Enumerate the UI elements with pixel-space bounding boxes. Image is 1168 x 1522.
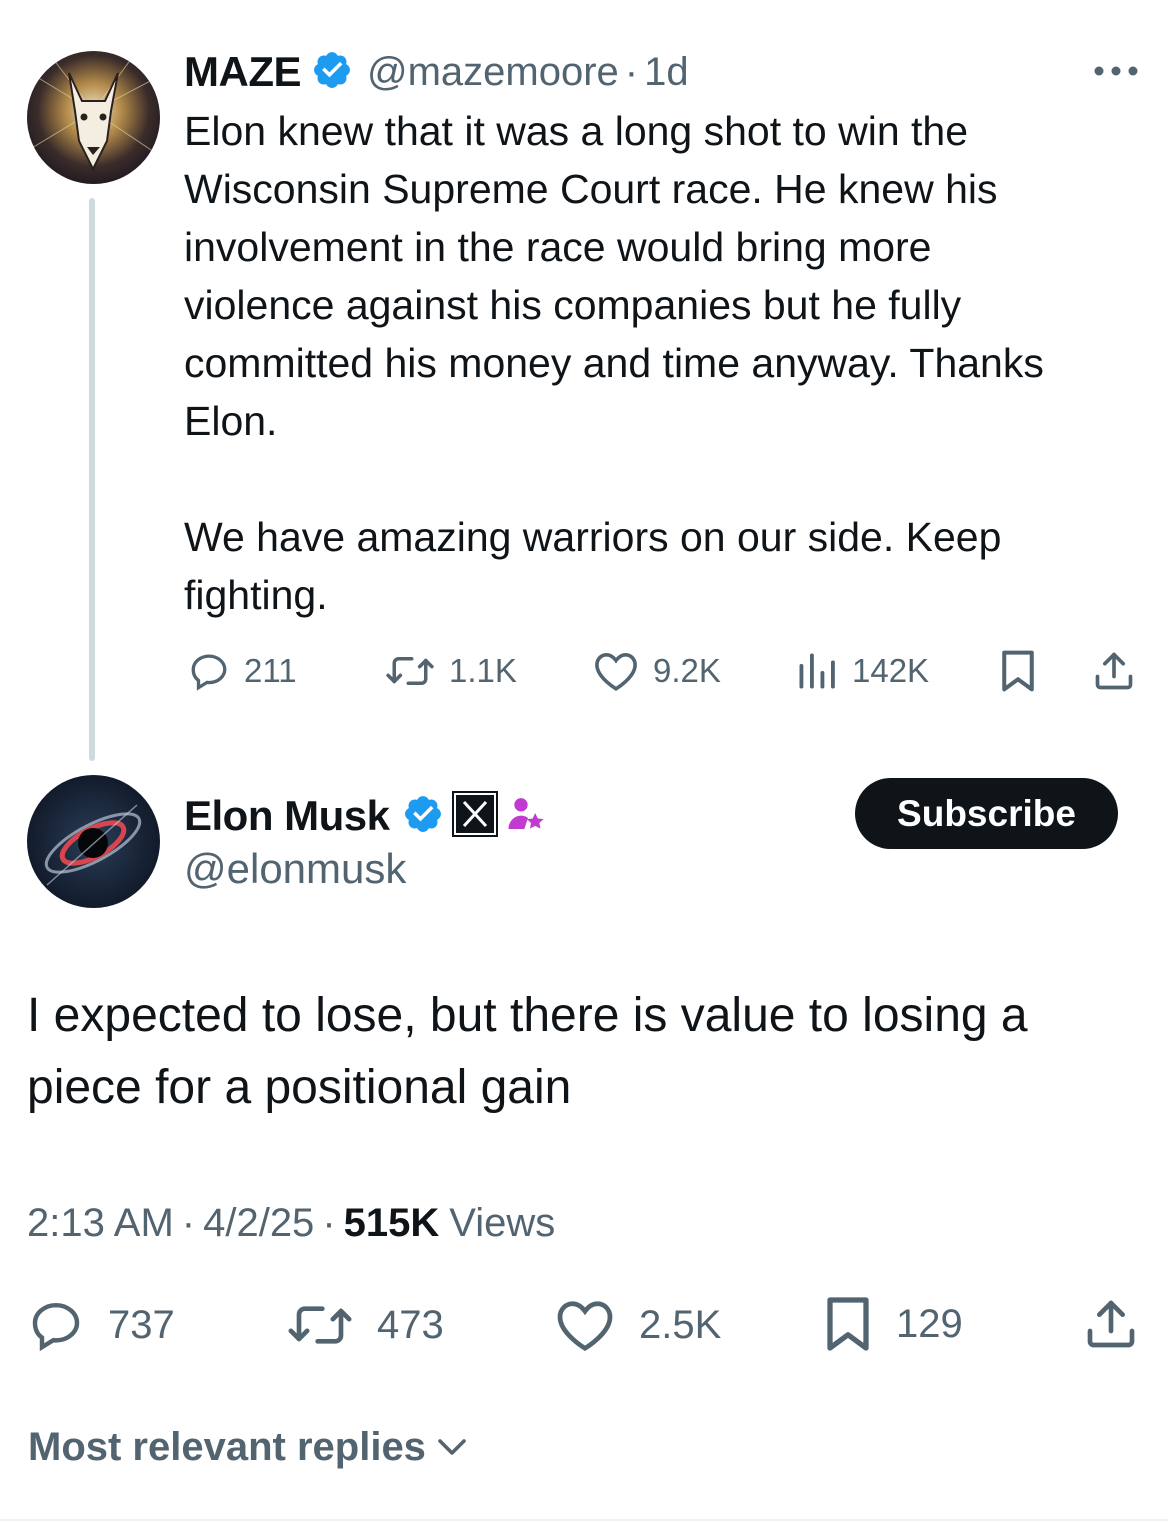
author-name[interactable]: MAZE xyxy=(184,48,302,96)
replies-sort-dropdown[interactable]: Most relevant replies xyxy=(28,1420,470,1474)
author-name[interactable]: Elon Musk xyxy=(184,792,390,840)
repost-count: 473 xyxy=(377,1302,444,1347)
verified-badge-icon xyxy=(311,49,353,96)
reply-count: 737 xyxy=(108,1302,175,1347)
views-count: 515K xyxy=(343,1200,440,1245)
reply-count: 211 xyxy=(244,652,297,689)
repost-button[interactable]: 473 xyxy=(287,1297,444,1353)
tweet-date[interactable]: 4/2/25 xyxy=(203,1201,314,1246)
views-label: Views xyxy=(449,1200,556,1245)
like-button[interactable]: 2.5K xyxy=(555,1297,721,1353)
like-button[interactable]: 9.2K xyxy=(593,649,721,693)
heart-icon xyxy=(595,652,637,691)
maze-header: MAZE @mazemoore · 1d xyxy=(184,44,689,100)
like-count: 2.5K xyxy=(639,1302,722,1347)
elon-avatar[interactable] xyxy=(27,775,160,908)
x-affiliation-icon[interactable] xyxy=(451,790,498,842)
reply-button[interactable]: 737 xyxy=(28,1297,175,1353)
ellipsis-icon[interactable] xyxy=(1093,64,1139,82)
tweet-metadata: 2:13 AM · 4/2/25 · 515K Views xyxy=(27,1199,555,1247)
bookmark-icon xyxy=(827,1297,869,1351)
like-count: 9.2K xyxy=(653,652,721,689)
bottom-divider xyxy=(0,1519,1168,1521)
repost-icon xyxy=(386,657,434,685)
bookmark-button[interactable]: 129 xyxy=(824,1294,963,1354)
dot-separator: · xyxy=(322,1200,336,1245)
heart-icon xyxy=(557,1301,613,1352)
views-button[interactable]: 142K xyxy=(796,649,929,693)
reply-icon xyxy=(191,654,227,691)
share-icon[interactable] xyxy=(1092,649,1136,698)
chevron-down-icon xyxy=(438,1439,466,1455)
author-handle[interactable]: @elonmusk xyxy=(184,843,406,895)
bookmark-icon[interactable] xyxy=(999,649,1037,698)
author-handle[interactable]: @mazemoore xyxy=(367,50,619,95)
person-star-icon xyxy=(506,794,546,839)
maze-tweet-text: Elon knew that it was a long shot to win… xyxy=(184,108,1044,618)
views-bar-chart-icon xyxy=(799,653,835,689)
repost-count: 1.1K xyxy=(449,652,517,689)
tweet-age[interactable]: 1d xyxy=(644,50,689,95)
share-icon[interactable] xyxy=(1083,1296,1139,1357)
reply-button[interactable]: 211 xyxy=(188,649,297,693)
dot-separator: · xyxy=(181,1200,196,1245)
reply-icon xyxy=(32,1302,80,1352)
dot-separator: · xyxy=(624,49,639,94)
repost-icon xyxy=(288,1306,352,1344)
replies-sort-label: Most relevant replies xyxy=(28,1424,426,1469)
maze-avatar[interactable] xyxy=(27,51,160,184)
main-tweet-text: I expected to lose, but there is value t… xyxy=(27,989,1028,1114)
verified-badge-icon xyxy=(402,793,444,840)
elon-header: Elon Musk xyxy=(184,788,546,844)
tweet-time[interactable]: 2:13 AM xyxy=(27,1201,174,1246)
thread-connector-line xyxy=(89,198,95,761)
subscribe-button[interactable]: Subscribe xyxy=(855,778,1118,849)
bookmark-count: 129 xyxy=(896,1301,963,1346)
repost-button[interactable]: 1.1K xyxy=(385,649,517,693)
views-count: 142K xyxy=(852,652,930,689)
